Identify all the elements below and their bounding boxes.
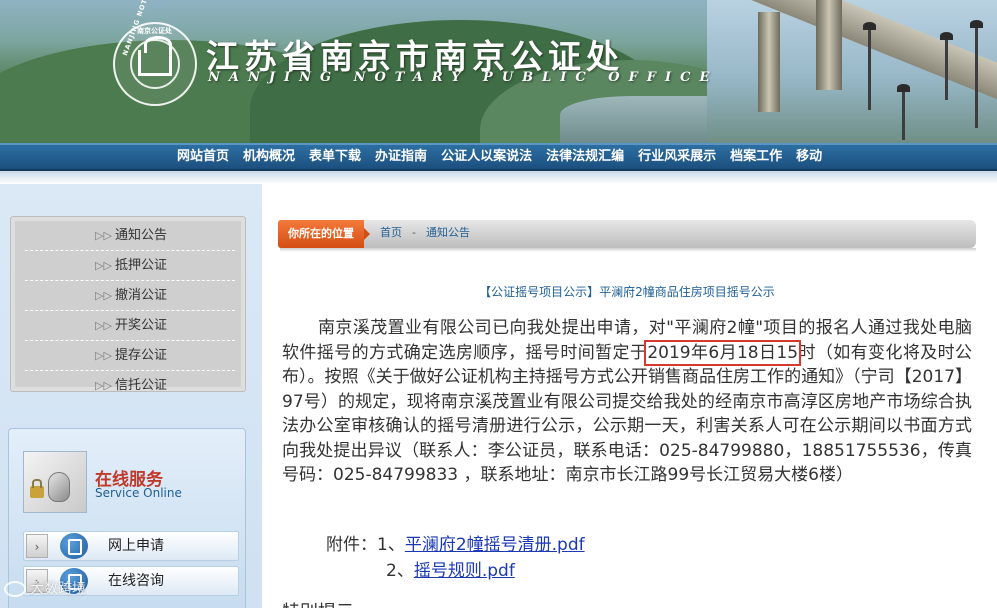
- nav-item-showcase[interactable]: 行业风采展示: [631, 145, 723, 169]
- online-apply-button[interactable]: › 网上申请: [23, 531, 239, 561]
- highlighted-date: 2019年6月18日15: [644, 339, 802, 366]
- sidebar-item-label: 撤消公证: [115, 288, 168, 303]
- online-apply-label: 网上申请: [108, 538, 164, 554]
- nav-label: 法律法规汇编: [546, 149, 625, 164]
- online-consult-label: 在线咨询: [108, 573, 164, 589]
- form-icon: [60, 533, 88, 559]
- special-notice-heading: 特别提示: [282, 598, 354, 608]
- bridge-lamp: [940, 32, 953, 100]
- breadcrumb-notices[interactable]: 通知公告: [426, 226, 470, 239]
- nav-label: 表单下载: [309, 149, 362, 164]
- article-title: 【公证摇号项目公示】平澜府2幢商品住房项目摇号公示: [479, 285, 775, 299]
- logo-mark: [138, 36, 172, 76]
- breadcrumb-separator: -: [412, 226, 416, 239]
- lock-icon: [30, 479, 44, 498]
- breadcrumb-home[interactable]: 首页: [380, 226, 402, 239]
- nav-label: 行业风采展示: [638, 149, 717, 164]
- double-arrow-icon: ▷▷: [95, 229, 112, 242]
- double-arrow-icon: ▷▷: [95, 259, 112, 272]
- watermark-text: 大数跨境: [30, 581, 86, 597]
- nav-item-guide[interactable]: 办证指南: [368, 145, 434, 169]
- location-bar-shadow: [280, 248, 976, 252]
- nav-label: 公证人以案说法: [441, 149, 533, 164]
- header-banner: 南京公证处 NANJING NOTARY PUBLIC OFFICE 江苏省南京…: [0, 0, 997, 143]
- bridge-lamp: [863, 22, 876, 110]
- logo-ring-top: 南京公证处: [137, 27, 172, 35]
- main-nav: 网站首页 机构概况 表单下载 办证指南 公证人以案说法 法律法规汇编 行业风采展…: [0, 143, 997, 171]
- sidebar-item-mortgage[interactable]: ▷▷ 抵押公证: [25, 251, 235, 281]
- sidebar-menu: ▷▷ 通知公告 ▷▷ 抵押公证 ▷▷ 撤消公证 ▷▷ 开奖公证 ▷▷ 提存公证 …: [10, 216, 246, 393]
- site-subtitle: NANJING NOTARY PUBLIC OFFICE: [208, 70, 719, 85]
- sidebar-item-label: 通知公告: [115, 228, 168, 243]
- attachment-row: 附件：1、平澜府2幢摇号清册.pdf: [326, 532, 585, 558]
- nav-item-cases[interactable]: 公证人以案说法: [434, 145, 539, 169]
- double-arrow-icon: ▷▷: [95, 349, 112, 362]
- attachments-label: 附件：: [326, 535, 377, 555]
- attachment-link-rules[interactable]: 摇号规则.pdf: [414, 561, 515, 581]
- nav-item-forms[interactable]: 表单下载: [302, 145, 368, 169]
- watermark-logo-icon: [4, 581, 26, 597]
- nav-item-archives[interactable]: 档案工作: [723, 145, 789, 169]
- breadcrumb: 首页 - 通知公告: [380, 220, 470, 246]
- double-arrow-icon: ▷▷: [95, 379, 112, 392]
- attachment-index: 1、: [377, 535, 405, 555]
- service-subtitle: Service Online: [95, 486, 182, 500]
- double-arrow-icon: ▷▷: [95, 319, 112, 332]
- nav-label: 网站首页: [177, 149, 230, 164]
- article-text-part2: 时（如有变化将及时公布）。按照《关于做好公证机构主持摇号方式公开销售商品住房工作…: [282, 342, 973, 486]
- sidebar-item-label: 提存公证: [115, 348, 168, 363]
- nav-shadow: [0, 171, 997, 184]
- sidebar-item-label: 抵押公证: [115, 258, 168, 273]
- nav-label: 档案工作: [730, 149, 783, 164]
- double-arrow-icon: ▷▷: [95, 289, 112, 302]
- sidebar-item-label: 信托公证: [115, 378, 168, 393]
- nav-label: 办证指南: [375, 149, 428, 164]
- nav-item-about[interactable]: 机构概况: [236, 145, 302, 169]
- bridge-lamp: [897, 84, 910, 140]
- watermark: 大数跨境: [4, 578, 86, 598]
- sidebar-item-lottery[interactable]: ▷▷ 开奖公证: [25, 311, 235, 341]
- attachment-link-list[interactable]: 平澜府2幢摇号清册.pdf: [405, 535, 585, 555]
- sidebar-item-trust[interactable]: ▷▷ 信托公证: [25, 371, 235, 401]
- attachments: 附件：1、平澜府2幢摇号清册.pdf 2、摇号规则.pdf: [326, 532, 585, 584]
- nav-items: 网站首页 机构概况 表单下载 办证指南 公证人以案说法 法律法规汇编 行业风采展…: [170, 145, 829, 169]
- notary-logo: 南京公证处 NANJING NOTARY PUBLIC OFFICE: [113, 0, 197, 106]
- bridge-lamp: [970, 20, 983, 128]
- nav-item-home[interactable]: 网站首页: [170, 145, 236, 169]
- location-tab: 你所在的位置: [278, 220, 370, 248]
- bridge-tower: [816, 0, 842, 90]
- mouse-icon: [48, 472, 70, 502]
- attachment-index: 2、: [386, 561, 414, 581]
- attachment-row: 2、摇号规则.pdf: [326, 558, 585, 584]
- nav-label: 机构概况: [243, 149, 296, 164]
- article-body: 南京溪茂置业有限公司已向我处提出申请，对"平澜府2幢"项目的报名人通过我处电脑软…: [282, 316, 972, 488]
- sidebar-item-revocation[interactable]: ▷▷ 撤消公证: [25, 281, 235, 311]
- nav-label: 移动: [796, 149, 823, 164]
- sidebar-item-escrow[interactable]: ▷▷ 提存公证: [25, 341, 235, 371]
- mouse-lock-image: [23, 451, 87, 513]
- nav-item-mobile[interactable]: 移动: [789, 145, 829, 169]
- sidebar-item-label: 开奖公证: [115, 318, 168, 333]
- nav-item-laws[interactable]: 法律法规汇编: [539, 145, 631, 169]
- bridge-tower: [758, 12, 780, 112]
- sidebar: ▷▷ 通知公告 ▷▷ 抵押公证 ▷▷ 撤消公证 ▷▷ 开奖公证 ▷▷ 提存公证 …: [0, 184, 262, 608]
- location-bar: 你所在的位置 首页 - 通知公告: [278, 220, 976, 248]
- chevron-right-icon: ›: [26, 534, 48, 558]
- sidebar-item-notices[interactable]: ▷▷ 通知公告: [25, 221, 235, 251]
